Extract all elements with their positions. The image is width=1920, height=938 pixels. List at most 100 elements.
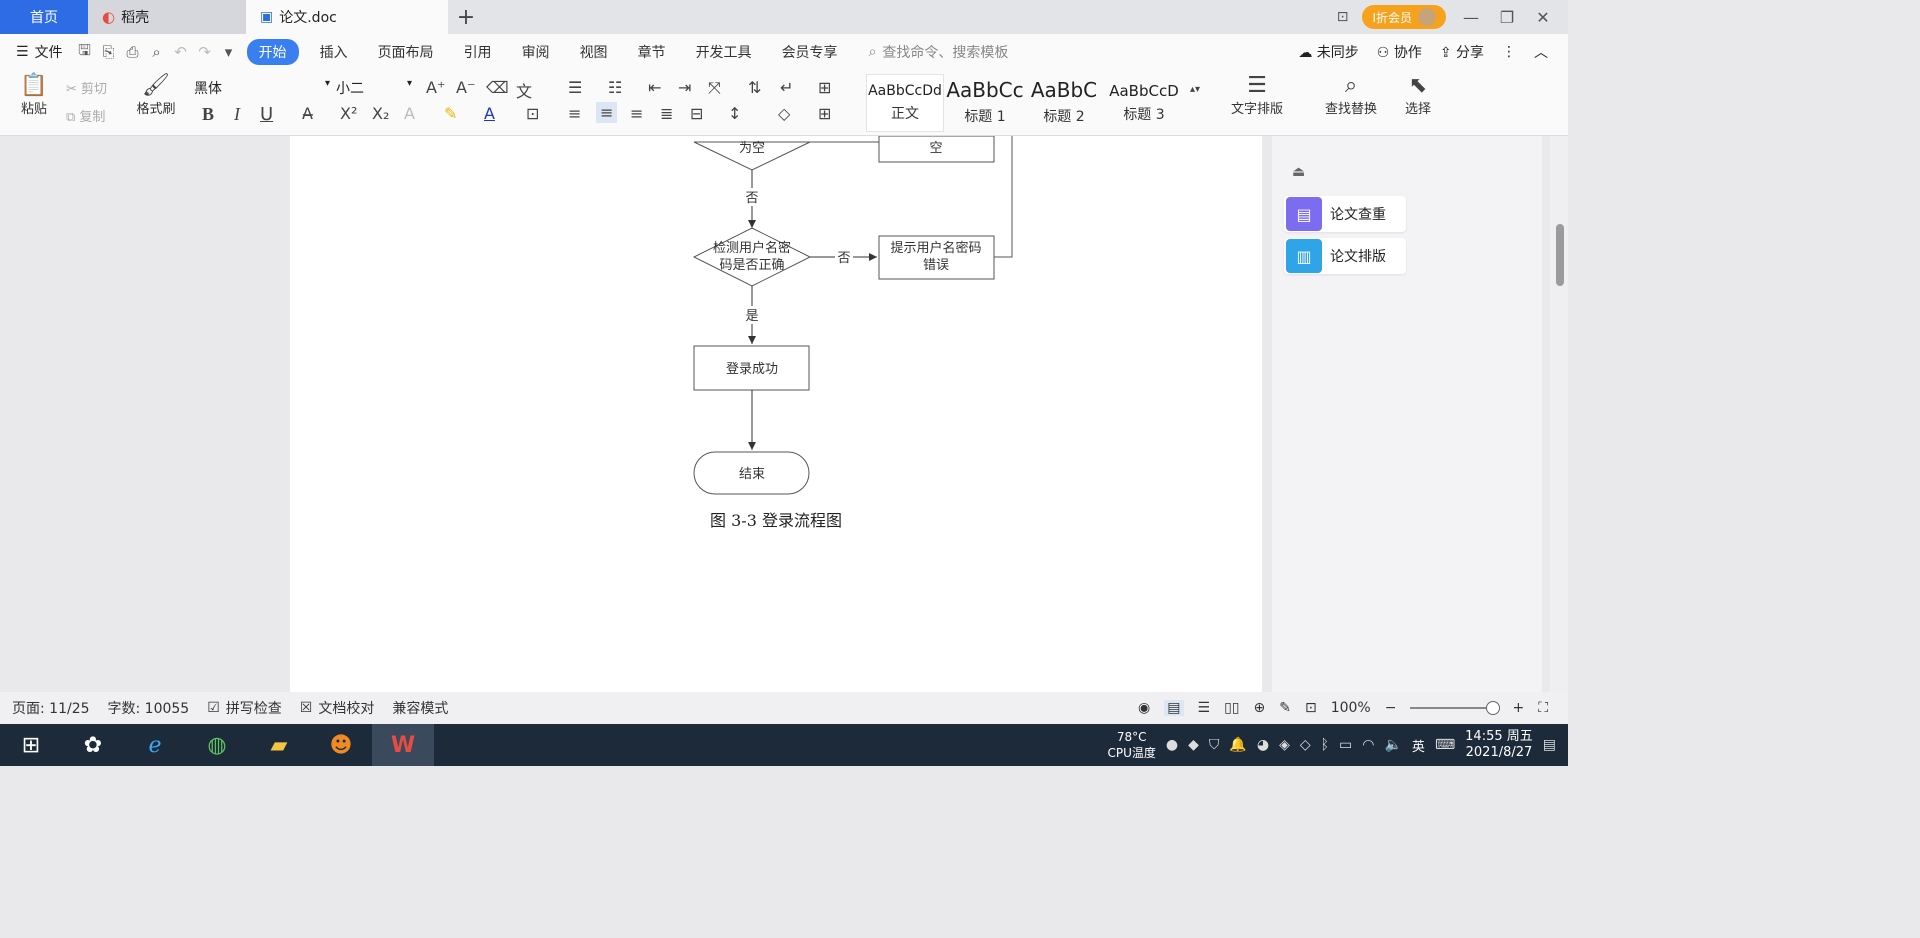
volume-icon[interactable]: 🔈 xyxy=(1384,737,1401,753)
border-icon[interactable]: ⊞ xyxy=(818,104,831,123)
app-orange-icon[interactable]: ☻ xyxy=(310,724,372,766)
paper-check-button[interactable]: ▤ 论文查重 xyxy=(1284,196,1406,232)
phonetic-icon[interactable]: 文 xyxy=(516,78,532,102)
new-tab-button[interactable]: + xyxy=(448,0,484,34)
file-menu[interactable]: ☰ 文件 xyxy=(16,42,73,62)
close-button[interactable]: ✕ xyxy=(1532,8,1554,27)
bold-button[interactable]: B xyxy=(202,104,214,125)
reading-view-icon[interactable]: ▯▯ xyxy=(1224,700,1239,716)
show-marks-icon[interactable]: ↵ xyxy=(780,78,793,97)
tab-home[interactable]: 首页 xyxy=(0,0,88,34)
fit-page-icon[interactable]: ⊡ xyxy=(1305,700,1317,716)
menu-section[interactable]: 章节 xyxy=(623,42,681,62)
tray-app-icon[interactable]: ◇ xyxy=(1300,737,1311,753)
subscript-button[interactable]: X₂ xyxy=(372,104,389,123)
customize-qa-icon[interactable]: ▾ xyxy=(217,43,241,61)
redo-icon[interactable]: ↷ xyxy=(193,43,217,61)
tab-document[interactable]: ▣ 论文.doc xyxy=(246,0,448,34)
undo-icon[interactable]: ↶ xyxy=(169,43,193,61)
chinese-layout-icon[interactable]: ⤧ xyxy=(708,78,721,98)
more-icon[interactable]: ⋮ xyxy=(1502,44,1516,60)
tab-daoke[interactable]: ◐ 稻壳 xyxy=(88,0,246,34)
menu-developer[interactable]: 开发工具 xyxy=(681,42,767,62)
collapse-ribbon-icon[interactable]: ︿ xyxy=(1534,42,1548,62)
highlight-icon[interactable]: ✎ xyxy=(444,104,457,123)
style-heading1[interactable]: AaBbCc 标题 1 xyxy=(946,74,1024,132)
page-indicator[interactable]: 页面: 11/25 xyxy=(12,698,90,718)
style-heading2[interactable]: AaBbC 标题 2 xyxy=(1026,74,1102,132)
font-size-select[interactable]: 小二 ▾ xyxy=(336,78,416,100)
print-icon[interactable]: ⎙ xyxy=(121,43,145,61)
format-painter-button[interactable]: 🖌 格式刷 xyxy=(132,74,180,118)
panel-collapse-icon[interactable]: ⏏ xyxy=(1292,164,1305,180)
zoom-slider-knob[interactable] xyxy=(1486,701,1501,715)
windows-start-icon[interactable]: ⊞ xyxy=(0,724,62,766)
text-effect-icon[interactable]: A xyxy=(404,104,415,123)
keyboard-icon[interactable]: ⌨ xyxy=(1435,737,1455,753)
indent-icon[interactable]: ⇥ xyxy=(678,78,691,97)
tray-app-icon[interactable]: ● xyxy=(1166,737,1178,753)
shield-icon[interactable]: ⛉ xyxy=(1209,737,1220,753)
task-view-icon[interactable]: ✿ xyxy=(62,724,124,766)
distribute-icon[interactable]: ⊟ xyxy=(690,104,703,123)
restore-button[interactable]: ❐ xyxy=(1496,8,1518,27)
vertical-scrollbar[interactable] xyxy=(1550,136,1568,692)
menu-insert[interactable]: 插入 xyxy=(305,42,363,62)
zoom-out-button[interactable]: − xyxy=(1385,700,1397,716)
outdent-icon[interactable]: ⇤ xyxy=(648,78,661,97)
browser-360-icon[interactable]: ◍ xyxy=(186,724,248,766)
menu-member[interactable]: 会员专享 xyxy=(767,42,853,62)
zoom-level[interactable]: 100% xyxy=(1331,700,1371,716)
vip-button[interactable]: Ⅰ折会员 xyxy=(1362,5,1446,29)
char-border-icon[interactable]: ⊡ xyxy=(526,104,539,123)
ie-browser-icon[interactable]: ℯ xyxy=(124,724,186,766)
print-preview-icon[interactable]: ⌕ xyxy=(145,43,169,61)
write-mode-icon[interactable]: ✎ xyxy=(1279,700,1291,716)
superscript-button[interactable]: X² xyxy=(340,104,357,123)
spell-check-button[interactable]: ☑ 拼写检查 xyxy=(207,698,282,718)
find-replace-button[interactable]: ⌕ 查找替换 xyxy=(1316,74,1386,118)
paper-layout-button[interactable]: ▥ 论文排版 xyxy=(1284,238,1406,274)
align-left-icon[interactable]: ≡ xyxy=(568,104,581,123)
style-heading3[interactable]: AaBbCcD 标题 3 xyxy=(1104,74,1184,132)
share-button[interactable]: ⇪ 分享 xyxy=(1440,42,1484,62)
minimize-button[interactable]: — xyxy=(1460,8,1482,27)
menu-home[interactable]: 开始 xyxy=(246,39,299,65)
zoom-slider[interactable] xyxy=(1410,701,1501,715)
menu-references[interactable]: 引用 xyxy=(449,42,507,62)
wifi-icon[interactable]: ◠ xyxy=(1362,737,1374,753)
file-explorer-icon[interactable]: ▰ xyxy=(248,724,310,766)
outline-view-icon[interactable]: ☰ xyxy=(1198,700,1211,716)
font-shrink-icon[interactable]: A⁻ xyxy=(456,78,475,97)
layout-switch-icon[interactable]: ⊡ xyxy=(1337,9,1349,25)
style-normal[interactable]: AaBbCcDd 正文 xyxy=(866,74,944,132)
collab-button[interactable]: ⚇ 协作 xyxy=(1377,42,1422,62)
bullet-list-icon[interactable]: ☰ xyxy=(568,78,582,97)
word-count[interactable]: 字数: 10055 xyxy=(108,698,190,718)
battery-icon[interactable]: ▭ xyxy=(1339,737,1352,753)
menu-review[interactable]: 审阅 xyxy=(507,42,565,62)
web-view-icon[interactable]: ⊕ xyxy=(1253,700,1265,716)
page-view-icon[interactable]: ▤ xyxy=(1164,700,1184,716)
scrollbar-thumb[interactable] xyxy=(1556,224,1564,286)
wps-taskbar-icon[interactable]: W xyxy=(372,724,434,766)
align-center-icon[interactable]: ≡ xyxy=(596,102,618,123)
select-button[interactable]: ⬉ 选择 xyxy=(1396,74,1440,118)
styles-more-icon[interactable]: ▴▾ xyxy=(1190,84,1200,95)
font-family-select[interactable]: 黑体 ▾ xyxy=(194,78,334,100)
zoom-in-button[interactable]: + xyxy=(1512,700,1524,716)
copy-button[interactable]: ⧉ 复制 xyxy=(66,106,105,125)
paste-button[interactable]: 📋 粘贴 xyxy=(12,74,56,118)
sort-icon[interactable]: ⇅ xyxy=(748,78,761,97)
save-icon[interactable]: 🖫 xyxy=(73,40,97,65)
strikethrough-icon[interactable]: A̶ xyxy=(302,104,313,123)
underline-button[interactable]: U xyxy=(260,104,273,125)
tray-app-icon[interactable]: ◆ xyxy=(1188,737,1199,753)
italic-button[interactable]: I xyxy=(234,104,240,125)
tray-app-icon[interactable]: ◈ xyxy=(1279,737,1290,753)
export-icon[interactable]: ⎘ xyxy=(97,43,121,61)
menu-page-layout[interactable]: 页面布局 xyxy=(363,42,449,62)
align-right-icon[interactable]: ≡ xyxy=(630,104,643,123)
eye-protect-icon[interactable]: ◉ xyxy=(1138,700,1150,716)
ime-indicator[interactable]: 英 xyxy=(1412,736,1425,755)
